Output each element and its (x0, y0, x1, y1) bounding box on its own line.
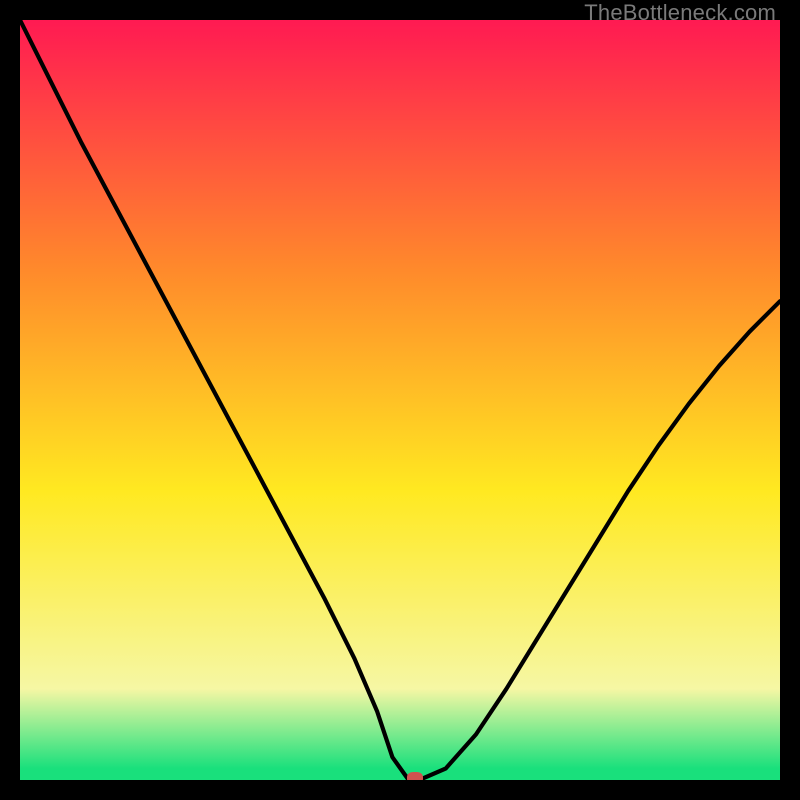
plot-area (20, 20, 780, 780)
chart-frame: TheBottleneck.com (0, 0, 800, 800)
background-gradient (20, 20, 780, 780)
minimum-marker (407, 772, 423, 780)
